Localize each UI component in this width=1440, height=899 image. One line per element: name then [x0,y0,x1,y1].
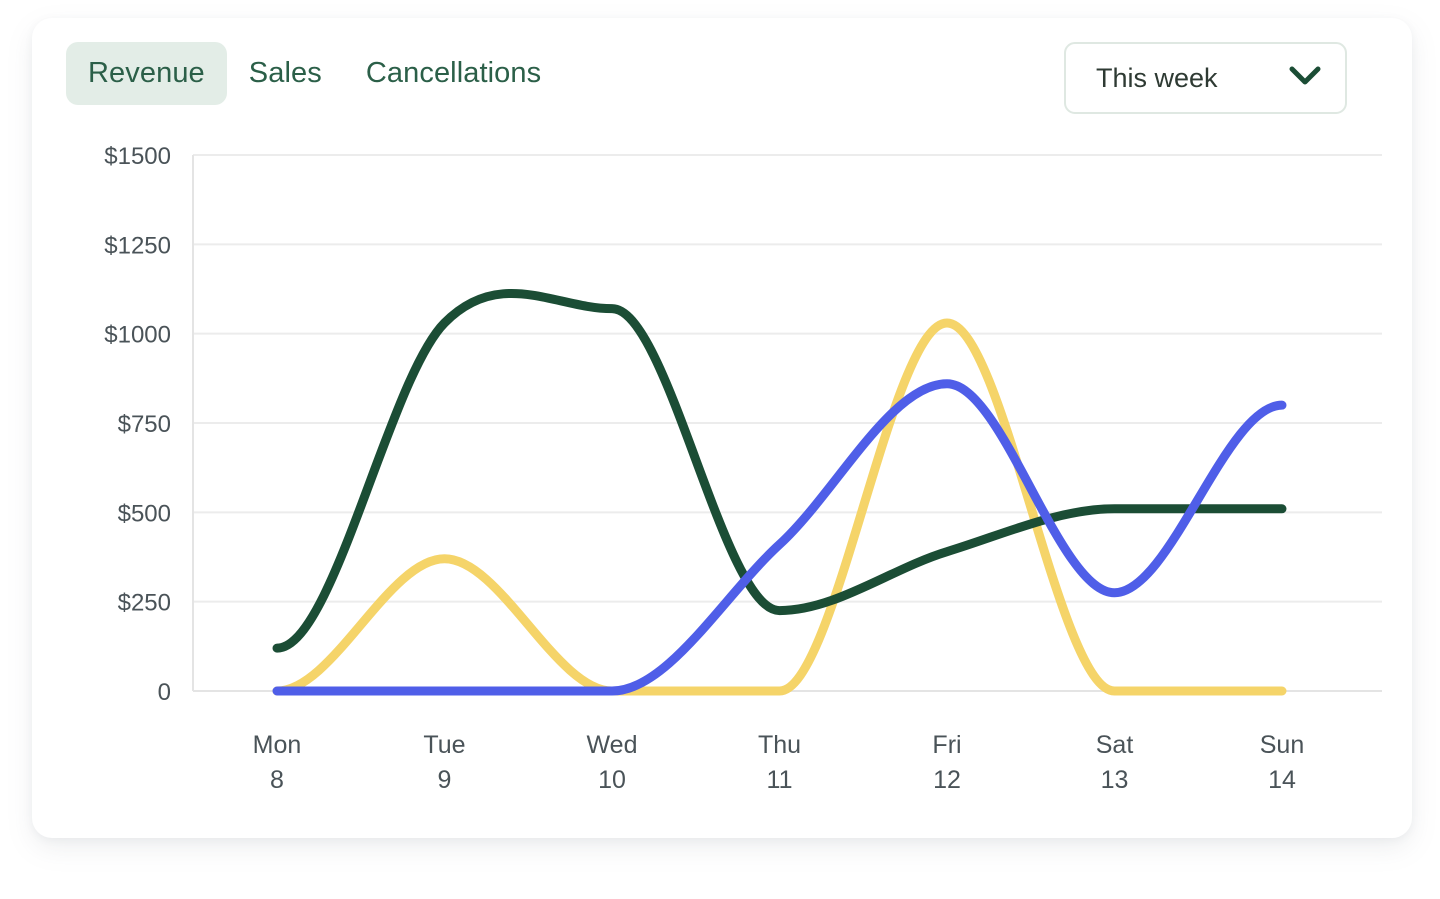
tab-cancellations[interactable]: Cancellations [344,42,563,105]
line-chart: $1500 $1250 $1000 $750 $500 $250 0 Mon 8 Tue 9 Wed 1… [32,140,1412,838]
x-axis-tick-day: Sat [1096,731,1134,759]
y-axis-tick-label: $1500 [104,143,171,170]
x-axis-tick: Mon 8 [253,731,302,794]
x-axis-tick-day: Fri [932,731,961,759]
series-line-cancellations [277,384,1282,691]
x-axis-tick-date: 9 [438,766,452,794]
series-line-revenue [277,293,1282,648]
tab-revenue[interactable]: Revenue [66,42,227,105]
y-axis-tick-label: $250 [118,590,171,617]
y-axis-tick-label: $1250 [104,232,171,259]
chevron-down-icon [1289,66,1321,91]
x-axis-tick: Sat 13 [1096,731,1134,794]
y-axis-tick-label: $1000 [104,322,171,349]
date-range-select[interactable]: This week [1064,42,1347,114]
chart-area: $1500 $1250 $1000 $750 $500 $250 0 Mon 8 Tue 9 Wed 1… [32,140,1412,838]
card-header: Revenue Sales Cancellations This week [32,18,1412,140]
x-axis-tick-day: Mon [253,731,302,759]
x-axis-tick-date: 8 [270,766,284,794]
x-axis-tick-day: Tue [423,731,465,759]
y-axis-tick-label: $500 [118,500,171,527]
x-axis-tick: Sun 14 [1260,731,1304,794]
x-axis-tick-day: Wed [587,731,638,759]
x-axis-tick-date: 13 [1101,766,1129,794]
x-axis-tick: Thu 11 [758,731,801,794]
x-axis-tick-date: 11 [767,766,793,794]
x-axis-tick-date: 10 [598,766,626,794]
x-axis-tick: Fri 12 [932,731,961,794]
screen-root: Revenue Sales Cancellations This week $1… [0,0,1440,899]
metric-tabs: Revenue Sales Cancellations [66,42,563,105]
y-axis-tick-label: $750 [118,411,171,438]
date-range-value: This week [1096,65,1218,92]
analytics-card: Revenue Sales Cancellations This week $1… [32,18,1412,838]
x-axis-tick-date: 14 [1268,766,1296,794]
x-axis-tick: Tue 9 [423,731,465,794]
tab-sales[interactable]: Sales [227,42,344,105]
x-axis-tick-date: 12 [933,766,961,794]
y-axis-tick-label: 0 [158,679,171,706]
x-axis-tick-day: Sun [1260,731,1304,759]
x-axis-tick: Wed 10 [587,731,638,794]
x-axis-tick-day: Thu [758,731,801,759]
